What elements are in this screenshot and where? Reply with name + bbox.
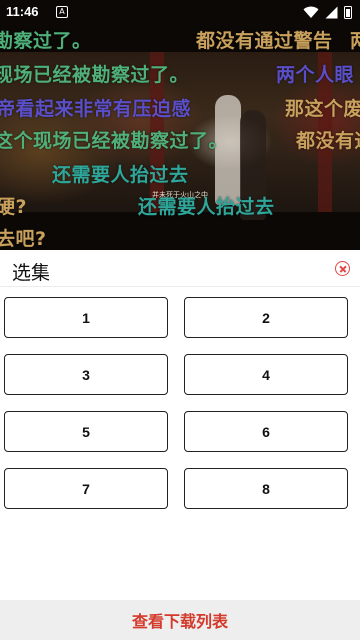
sheet-title: 选集 xyxy=(12,262,51,284)
danmaku-comment: 两 xyxy=(350,26,360,53)
danmaku-comment: 两个人眼 xyxy=(276,64,355,86)
status-time: 11:46 xyxy=(6,4,39,19)
episode-button-5[interactable]: 5 xyxy=(4,411,168,452)
episode-button-8[interactable]: 8 xyxy=(184,468,348,509)
episode-button-7[interactable]: 7 xyxy=(4,468,168,509)
episode-button-6[interactable]: 6 xyxy=(184,411,348,452)
danmaku-comment: 这个现场已经被勘察过了。 xyxy=(0,130,229,152)
view-download-list-button[interactable]: 查看下载列表 xyxy=(0,600,360,640)
danmaku-comment: 现场已经被勘察过了。 xyxy=(0,64,190,86)
status-bar: 11:46 A xyxy=(0,0,360,24)
danmaku-comment: 帝看起来非常有压迫感 xyxy=(0,98,192,120)
danmaku-comment: 硬? xyxy=(0,196,28,218)
close-icon[interactable] xyxy=(335,261,350,276)
danmaku-comment: 去吧? xyxy=(0,228,47,250)
episode-button-1[interactable]: 1 xyxy=(4,297,168,338)
danmaku-comment: 都没有通 xyxy=(296,130,360,152)
danmaku-comment: 那这个废 xyxy=(285,98,360,120)
episode-button-3[interactable]: 3 xyxy=(4,354,168,395)
sheet-header: 选集 xyxy=(0,252,360,287)
episode-button-2[interactable]: 2 xyxy=(184,297,348,338)
battery-icon xyxy=(344,5,352,19)
danmaku-comment: 都没有通过警告 xyxy=(196,30,333,52)
wifi-icon xyxy=(303,6,319,18)
episode-grid: 1 2 3 4 5 6 7 8 xyxy=(4,297,348,509)
video-player[interactable]: 11:46 A 勘察过了。 都没有通过警告 两 现场已经被勘察过了。 两个人眼 … xyxy=(0,0,360,250)
episode-sheet: 选集 1 2 3 4 5 6 7 8 查看下载列表 xyxy=(0,252,360,640)
danmaku-comment: 还需要人抬过去 xyxy=(52,164,189,186)
episode-button-4[interactable]: 4 xyxy=(184,354,348,395)
danmaku-comment: 勘察过了。 xyxy=(0,30,92,52)
signal-icon xyxy=(325,6,338,18)
danmaku-comment: 还需要人抬过去 xyxy=(138,196,275,218)
notification-icon: A xyxy=(56,6,68,18)
